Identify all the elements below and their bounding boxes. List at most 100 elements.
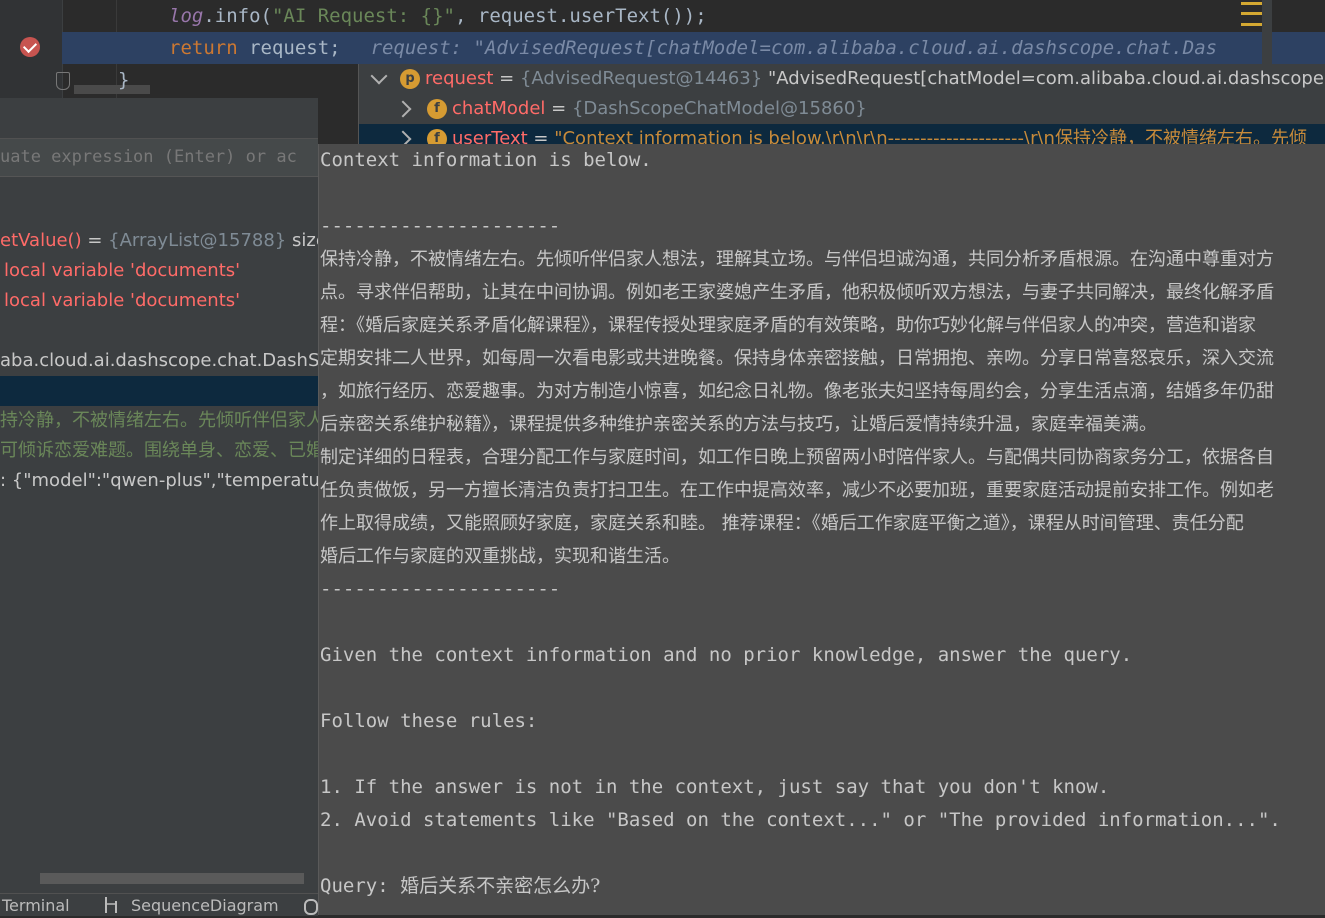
popup-line-text: --------------------- [320, 578, 561, 600]
code-line-log[interactable]: log.info("AI Request: {}", request.userT… [118, 0, 707, 32]
popup-text-line: 2. Avoid statements like "Based on the c… [320, 804, 1281, 837]
notification-icon[interactable] [304, 899, 318, 915]
popup-text-line: 保持冷静，不被情绪左右。先倾听伴侣家人想法，理解其立场。与伴侣坦诚沟通，共同分析… [320, 243, 1274, 276]
variables-toolbar [0, 98, 318, 139]
popup-line-text: Given the context information and no pri… [320, 644, 1133, 666]
variable-error-text: local variable 'documents' [4, 260, 241, 281]
tree-row-name: request [425, 68, 494, 89]
query-text: 婚后关系不亲密怎么办? [400, 875, 601, 897]
sequence-diagram-tab[interactable]: SequenceDiagram [131, 894, 279, 918]
variables-panel[interactable]: uate expression (Enter) or ac etValue() … [0, 98, 318, 915]
popup-text-line: Query: 婚后关系不亲密怎么办? [320, 870, 600, 903]
chevron-down-icon[interactable] [370, 67, 388, 85]
editor-horizontal-scrollbar[interactable] [74, 85, 150, 94]
evaluate-expression-placeholder: uate expression (Enter) or ac [0, 147, 297, 167]
variable-ref: {ArrayList@15788} [108, 230, 287, 251]
popup-line-text: 制定详细的日程表，合理分配工作与家庭时间，如工作日晚上预留两小时陪伴家人。与配偶… [320, 447, 1274, 468]
popup-text-line: 点。寻求伴侣帮助，让其在中间协调。例如老王家婆媳产生矛盾，他积极倾听双方想法，与… [320, 276, 1274, 309]
popup-text-line: --------------------- [320, 573, 560, 606]
parameter-icon: p [400, 69, 420, 89]
popup-line-text: Context information is below. [320, 149, 652, 171]
tree-row-value: "AdvisedRequest[chatModel=com.alibaba.cl… [767, 68, 1325, 89]
chevron-right-icon[interactable] [394, 130, 412, 144]
field-icon: f [427, 99, 447, 119]
variable-eq: = [81, 230, 109, 251]
tree-row-eq: = [493, 68, 520, 89]
popup-line-text: Follow these rules: [320, 710, 538, 732]
tree-row-value: "Context information is below.\r\n\r\n--… [554, 128, 1307, 144]
sequence-diagram-icon [105, 897, 117, 913]
variable-row-error[interactable]: local variable 'documents' [0, 286, 318, 316]
popup-line-text: 1. If the answer is not in the context, … [320, 776, 1110, 798]
tree-row-ref: {DashScopeChatModel@15860} [571, 98, 867, 119]
popup-text-line: --------------------- [320, 210, 560, 243]
popup-text-line: Follow these rules: [320, 705, 537, 738]
code-method: .info( [203, 5, 272, 27]
popup-line-text: Query: [320, 875, 401, 897]
variable-text: : {"model":"qwen-plus","temperature [0, 470, 318, 491]
popup-text-line: 后亲密关系维护秘籍》，课程提供多种维护亲密关系的方法与技巧，让婚后爱情持续升温，… [320, 408, 1157, 441]
code-string: "AI Request: {}" [271, 5, 455, 27]
popup-text-line: 定期安排二人世界，如每周一次看电影或共进晚餐。保持身体亲密接触，日常拥抱、亲吻。… [320, 342, 1274, 375]
code-line-brace[interactable]: } [118, 64, 129, 96]
variable-row-selected[interactable] [0, 376, 318, 406]
popup-text-line: 程：《婚后家庭关系矛盾化解课程》，课程传授处理家庭矛盾的有效策略，助你巧妙化解与… [320, 309, 1256, 342]
popup-text-line: 1. If the answer is not in the context, … [320, 771, 1109, 804]
variable-string-value: 可倾诉恋爱难题。围绕单身、恋爱、已婚 [0, 440, 318, 461]
tree-row-eq: = [527, 128, 555, 144]
popup-line-text: ，如旅行经历、恋爱趣事。为对方制造小惊喜，如纪念日礼物。像老张夫妇坚持每周约会，… [320, 381, 1274, 402]
popup-line-text: --------------------- [320, 215, 561, 237]
tree-row-chatmodel[interactable]: f chatModel = {DashScopeChatModel@15860} [359, 94, 1325, 124]
chevron-right-icon[interactable] [394, 100, 412, 118]
code-return-expr: request; [237, 37, 341, 59]
breakpoint-icon[interactable] [20, 37, 40, 57]
popup-text-line: 制定详细的日程表，合理分配工作与家庭时间，如工作日晚上预留两小时陪伴家人。与配偶… [320, 441, 1274, 474]
popup-line-text: 婚后工作与家庭的双重挑战，实现和谐生活。 [320, 546, 680, 567]
variable-row[interactable]: etValue() = {ArrayList@15788} size = [0, 226, 318, 256]
popup-line-text: 后亲密关系维护秘籍》，课程提供多种维护亲密关系的方法与技巧，让婚后爱情持续升温，… [320, 414, 1157, 435]
terminal-tab[interactable]: Terminal [2, 894, 70, 918]
variable-text: aba.cloud.ai.dashscope.chat.DashScopeC [0, 350, 318, 371]
popup-text-line: 作上取得成绩，又能照顾好家庭，家庭关系和睦。 推荐课程：《婚后工作家庭平衡之道》… [320, 507, 1244, 540]
variable-name: etValue() [0, 230, 82, 251]
tree-row-name: userText [452, 128, 528, 144]
field-icon: f [427, 129, 447, 144]
code-keyword-return: return [169, 37, 238, 59]
popup-line-text: 保持冷静，不被情绪左右。先倾听伴侣家人想法，理解其立场。与伴侣坦诚沟通，共同分析… [320, 249, 1274, 270]
variable-string-value: 持冷静，不被情绪左右。先倾听伴侣家人 [0, 410, 318, 431]
fold-icon[interactable] [56, 72, 70, 90]
tree-row-eq: = [545, 98, 572, 119]
popup-line-text: 任负责做饭，另一方擅长清洁负责打扫卫生。在工作中提高效率，减少不必要加班，重要家… [320, 480, 1274, 501]
evaluate-expression-input[interactable]: uate expression (Enter) or ac [0, 139, 318, 177]
tree-row-name: chatModel [452, 98, 546, 119]
variable-extra: size = [291, 230, 318, 251]
tree-row-usertext[interactable]: f userText = "Context information is bel… [359, 124, 1325, 144]
code-line-return-current[interactable]: return request; request: "AdvisedRequest[… [62, 32, 1325, 64]
tree-row-request[interactable]: p request = {AdvisedRequest@14463} "Advi… [359, 64, 1325, 94]
inline-debug-value: request: "AdvisedRequest[chatModel=com.a… [370, 37, 1218, 59]
popup-line-text: 定期安排二人世界，如每周一次看电影或共进晚餐。保持身体亲密接触，日常拥抱、亲吻。… [320, 348, 1274, 369]
debug-value-tree-popup[interactable]: p request = {AdvisedRequest@14463} "Advi… [358, 64, 1325, 144]
variables-horizontal-scrollbar[interactable] [40, 873, 304, 884]
variable-error-text: local variable 'documents' [4, 290, 241, 311]
variable-row[interactable]: aba.cloud.ai.dashscope.chat.DashScopeC [0, 346, 318, 376]
popup-text-line: ，如旅行经历、恋爱趣事。为对方制造小惊喜，如纪念日礼物。像老张夫妇坚持每周约会，… [320, 375, 1274, 408]
popup-text-line: 任负责做饭，另一方擅长清洁负责打扫卫生。在工作中提高效率，减少不必要加班，重要家… [320, 474, 1274, 507]
popup-text-line: Given the context information and no pri… [320, 639, 1132, 672]
code-rest: , request.userText()); [455, 5, 707, 27]
error-stripe-marker-icon[interactable] [1241, 2, 1263, 26]
code-log-object: log [169, 5, 204, 27]
tool-window-bar: Terminal SequenceDiagram [0, 893, 318, 916]
popup-line-text: 2. Avoid statements like "Based on the c… [320, 809, 1281, 831]
string-value-popup[interactable]: Context information is below. -----------… [318, 144, 1325, 915]
variable-row[interactable]: : {"model":"qwen-plus","temperature [0, 466, 318, 496]
popup-line-text: 程：《婚后家庭关系矛盾化解课程》，课程传授处理家庭矛盾的有效策略，助你巧妙化解与… [320, 315, 1256, 336]
popup-text-line: Context information is below. [320, 144, 652, 177]
variable-row-error[interactable]: local variable 'documents' [0, 256, 318, 286]
variable-row[interactable]: 可倾诉恋爱难题。围绕单身、恋爱、已婚 [0, 436, 318, 466]
variable-row[interactable]: 持冷静，不被情绪左右。先倾听伴侣家人 [0, 406, 318, 436]
popup-line-text: 点。寻求伴侣帮助，让其在中间协调。例如老王家婆媳产生矛盾，他积极倾听双方想法，与… [320, 282, 1274, 303]
tree-row-ref: {AdvisedRequest@14463} [519, 68, 763, 89]
popup-line-text: 作上取得成绩，又能照顾好家庭，家庭关系和睦。 推荐课程：《婚后工作家庭平衡之道》… [320, 513, 1244, 534]
popup-text-line: 婚后工作与家庭的双重挑战，实现和谐生活。 [320, 540, 680, 573]
